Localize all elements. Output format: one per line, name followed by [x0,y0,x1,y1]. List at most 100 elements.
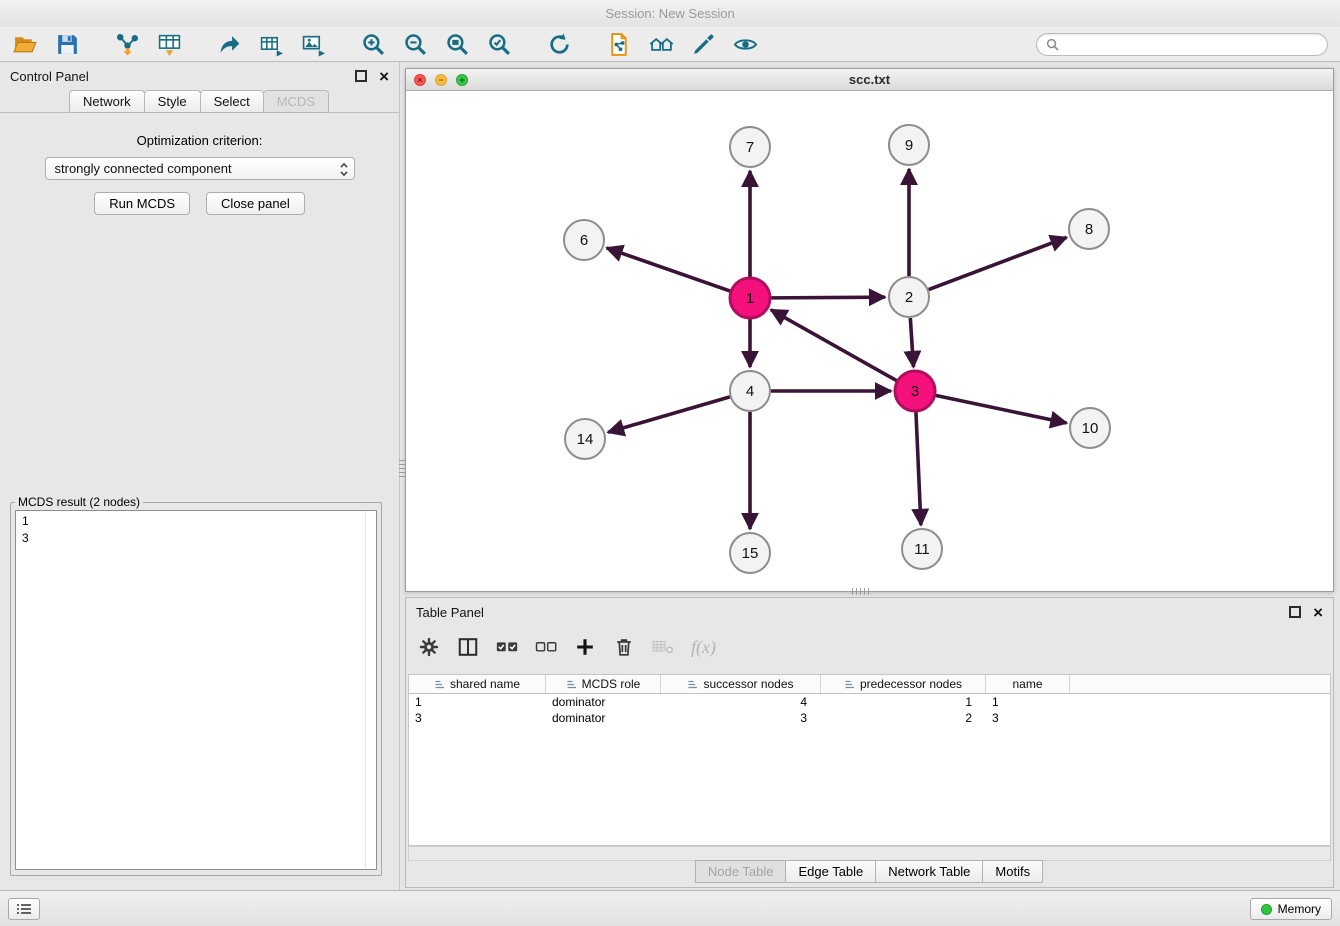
unselect-all-columns-button[interactable] [535,636,557,658]
graph-edge-3-1[interactable] [771,310,897,381]
run-mcds-button[interactable]: Run MCDS [94,192,190,215]
memory-button[interactable]: Memory [1250,898,1332,920]
tab-edge-table[interactable]: Edge Table [785,860,876,883]
float-window-icon[interactable] [1289,606,1301,618]
float-window-icon[interactable] [355,70,367,82]
zoom-selected-icon [487,32,512,57]
apply-style-button[interactable] [688,29,718,59]
tab-style[interactable]: Style [144,90,201,113]
table-settings-button[interactable] [418,636,440,658]
split-columns-button[interactable] [457,636,479,658]
table-row[interactable]: 1dominator411 [409,694,1330,710]
column-header-name[interactable]: name [986,675,1070,693]
column-header-filler [1070,675,1330,693]
table-cell[interactable]: 3 [409,711,546,725]
export-network-button[interactable] [214,29,244,59]
import-table-icon [157,32,182,57]
tab-node-table[interactable]: Node Table [695,860,787,883]
graph-node-label-2: 2 [905,289,913,306]
zoom-window-icon[interactable]: + [456,74,468,86]
zoom-out-button[interactable] [400,29,430,59]
table-panel: Table Panel × f(x) [405,597,1334,888]
graph-edge-4-14[interactable] [608,397,730,432]
graph-node-label-1: 1 [746,290,754,307]
graph-node-label-6: 6 [580,232,588,249]
export-image-button[interactable] [298,29,328,59]
close-panel-button[interactable]: Close panel [206,192,305,215]
graph-edge-2-8[interactable] [929,237,1067,289]
network-window-titlebar[interactable]: × − + scc.txt [406,69,1333,91]
main-toolbar [0,27,1340,62]
graph-edge-3-11[interactable] [916,412,921,525]
graph-node-label-14: 14 [577,431,594,448]
zoom-fit-button[interactable] [442,29,472,59]
table-horizontal-scrollbar[interactable] [408,846,1331,861]
delete-row-button[interactable] [613,636,635,658]
graph-edge-3-10[interactable] [936,395,1067,423]
tab-network[interactable]: Network [69,90,145,113]
table-cell[interactable]: dominator [546,711,661,725]
save-session-button[interactable] [52,29,82,59]
network-canvas[interactable]: 7968124314101511 [406,91,1333,591]
export-table-button[interactable] [256,29,286,59]
paste-network-button[interactable] [604,29,634,59]
zoom-out-icon [403,32,428,57]
column-header-shared-name[interactable]: shared name [409,675,546,693]
zoom-selected-button[interactable] [484,29,514,59]
zoom-in-button[interactable] [358,29,388,59]
show-hide-graphics-button[interactable] [730,29,760,59]
network-overview-button[interactable] [646,29,676,59]
zoom-fit-icon [445,32,470,57]
node-table-header: shared name MCDS role successor nodes pr… [409,675,1330,694]
paste-network-icon [607,32,632,57]
table-cell[interactable]: dominator [546,695,661,709]
import-table-button[interactable] [154,29,184,59]
column-header-successor-nodes[interactable]: successor nodes [661,675,821,693]
refresh-view-button[interactable] [544,29,574,59]
optimization-select[interactable]: strongly connected component [45,157,355,180]
table-cell[interactable]: 3 [986,711,1070,725]
minimize-window-icon[interactable]: − [435,74,447,86]
mcds-result-group: MCDS result (2 nodes) 1 3 [10,495,382,876]
tab-mcds[interactable]: MCDS [263,90,329,113]
save-icon [55,32,80,57]
eye-icon [733,32,758,57]
select-all-columns-button[interactable] [496,636,518,658]
sort-icon [434,679,445,690]
table-cell[interactable]: 1 [986,695,1070,709]
graph-edge-1-2[interactable] [771,297,885,298]
close-icon[interactable]: × [379,68,389,85]
table-cell[interactable]: 3 [661,711,821,725]
horizontal-splitter-grip[interactable] [852,588,872,595]
table-panel-title: Table Panel [416,605,484,620]
network-window: × − + scc.txt 7968124314101511 [405,68,1334,592]
column-header-predecessor-nodes[interactable]: predecessor nodes [821,675,986,693]
open-file-button[interactable] [10,29,40,59]
import-network-button[interactable] [112,29,142,59]
task-history-button[interactable] [8,898,40,920]
close-icon[interactable]: × [1313,604,1323,621]
column-header-mcds-role[interactable]: MCDS role [546,675,661,693]
table-cell[interactable]: 1 [821,695,986,709]
table-cell[interactable]: 4 [661,695,821,709]
search-input[interactable] [1065,37,1318,53]
table-panel-header: Table Panel × [406,598,1333,626]
tab-motifs[interactable]: Motifs [982,860,1043,883]
split-columns-icon [457,636,479,658]
graph-edge-1-6[interactable] [607,248,731,291]
mcds-result-text[interactable]: 1 3 [15,510,377,870]
graph-edge-2-3[interactable] [910,318,913,367]
network-graph[interactable]: 7968124314101511 [406,91,1333,591]
table-row[interactable]: 3dominator323 [409,710,1330,726]
tab-select[interactable]: Select [200,90,264,113]
vertical-splitter-grip[interactable] [399,460,406,480]
table-cell[interactable]: 2 [821,711,986,725]
graph-node-label-11: 11 [914,541,930,558]
export-table-icon [259,32,284,57]
control-panel: Control Panel × Network Style Select MCD… [0,62,400,890]
import-network-icon [115,32,140,57]
close-window-icon[interactable]: × [414,74,426,86]
table-cell[interactable]: 1 [409,695,546,709]
add-row-button[interactable] [574,636,596,658]
tab-network-table[interactable]: Network Table [875,860,983,883]
